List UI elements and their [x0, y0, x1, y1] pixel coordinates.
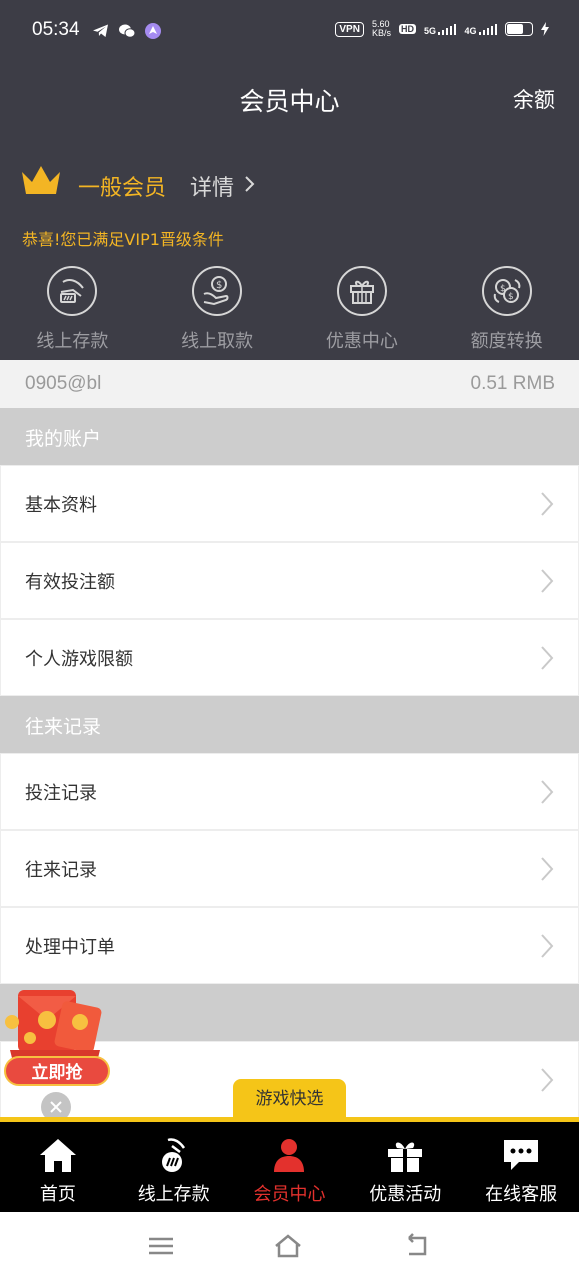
wechat-icon	[119, 24, 136, 38]
deposit-icon	[60, 279, 85, 303]
status-notification-icons	[92, 22, 162, 40]
quick-action-label: 线上存款	[36, 331, 109, 352]
svg-text:$: $	[508, 292, 514, 302]
net-speed-unit: KB/s	[371, 28, 391, 38]
list-item-label: 个人游戏限额	[25, 649, 133, 670]
tab-label: 线上存款	[137, 1184, 210, 1205]
list-item-basic-info[interactable]: 基本资料	[1, 466, 578, 541]
app-notification-icon	[145, 23, 161, 39]
tab-label: 首页	[39, 1184, 76, 1205]
tab-label: 会员中心	[253, 1184, 326, 1205]
status-system-icons: VPN 5.60 KB/s HD 5G 4G	[335, 20, 549, 38]
sim1-label: 5G	[423, 26, 436, 36]
home-nav-icon[interactable]	[273, 1232, 303, 1260]
quick-action-transfer[interactable]: $ $ 额度转换	[434, 256, 579, 360]
chevron-right-icon[interactable]	[243, 174, 257, 194]
list-item-pending-orders[interactable]: 处理中订单	[1, 908, 578, 983]
list-item-label: 有效投注额	[25, 572, 115, 593]
sim1-signal-icon: 5G	[423, 23, 457, 36]
list-item-transaction-records[interactable]: 往来记录	[1, 831, 578, 906]
tab-label: 在线客服	[485, 1184, 558, 1205]
grab-now-button[interactable]: 立即抢	[4, 1056, 110, 1086]
list-item-label: 投注记录	[25, 783, 97, 804]
list-item-label: 处理中订单	[25, 937, 115, 958]
list-item-label: 往来记录	[25, 860, 97, 881]
member-icon	[274, 1139, 305, 1172]
quick-action-withdraw[interactable]: $ 线上取款	[145, 256, 290, 360]
chevron-right-icon	[541, 492, 554, 516]
quick-action-label: 线上取款	[181, 331, 254, 352]
net-speed: 5.60 KB/s	[372, 20, 391, 38]
svg-text:$: $	[500, 284, 506, 294]
list-item-bet-records[interactable]: 投注记录	[1, 754, 578, 829]
member-detail-link[interactable]: 详情	[190, 170, 234, 202]
vip-upgrade-notice: 恭喜!您已满足VIP1晋级条件	[22, 230, 224, 249]
list-item-valid-bets[interactable]: 有效投注额	[1, 543, 578, 618]
crown-icon	[22, 166, 60, 194]
tab-member-center[interactable]: 会员中心	[232, 1122, 348, 1212]
section-my-account: 我的账户	[0, 408, 579, 465]
vpn-badge: VPN	[335, 21, 364, 37]
account-balance: 0.51 RMB	[470, 373, 555, 394]
member-level: 一般会员	[78, 176, 167, 201]
gift-icon	[388, 1142, 423, 1172]
status-bar: 05:34 VPN 5.60 KB/s HD 5G 4G	[0, 0, 579, 62]
chevron-right-icon	[541, 1068, 554, 1092]
withdraw-icon: $	[203, 276, 229, 306]
withdraw-icon-circle: $	[192, 266, 243, 316]
chevron-right-icon	[541, 934, 554, 958]
quick-action-label: 额度转换	[470, 331, 543, 352]
system-navigation-bar	[0, 1212, 579, 1280]
section-transaction-records: 往来记录	[0, 696, 579, 753]
page-title: 会员中心	[239, 87, 340, 116]
gift-icon-circle	[336, 266, 387, 316]
home-icon	[39, 1139, 76, 1172]
list-item-game-limits[interactable]: 个人游戏限额	[1, 620, 578, 695]
exchange-icon: $ $	[493, 279, 520, 303]
quick-action-deposit[interactable]: 线上存款	[0, 256, 145, 360]
chevron-right-icon	[541, 569, 554, 593]
tab-label: 优惠活动	[369, 1184, 442, 1205]
balance-button[interactable]: 余额	[513, 84, 555, 114]
svg-text:$: $	[216, 280, 222, 291]
telegram-icon	[93, 24, 108, 37]
chevron-right-icon	[541, 857, 554, 881]
account-summary: 0905@bl 0.51 RMB	[0, 360, 579, 408]
member-panel: 一般会员 详情 恭喜!您已满足VIP1晋级条件	[0, 136, 579, 256]
charging-icon	[541, 22, 549, 36]
status-time: 05:34	[32, 19, 80, 40]
section-title: 我的账户	[25, 428, 102, 450]
section-title: 往来记录	[25, 716, 102, 738]
game-quick-select-button[interactable]: 游戏快选	[233, 1079, 346, 1119]
quick-actions: 线上存款 $ 线上取款 优惠中心 $ $ 额度转换	[0, 256, 579, 360]
gift-icon	[349, 280, 374, 304]
sim2-signal-icon: 4G	[464, 23, 497, 36]
tab-promotions[interactable]: 优惠活动	[347, 1122, 463, 1212]
quick-action-label: 优惠中心	[325, 331, 398, 352]
list-item-label: 基本资料	[25, 495, 97, 516]
app-header: 会员中心 余额	[0, 62, 579, 136]
battery-icon	[505, 22, 533, 36]
deposit-icon	[161, 1138, 185, 1172]
exchange-icon-circle: $ $	[481, 266, 532, 316]
quick-action-promotions[interactable]: 优惠中心	[290, 256, 435, 360]
menu-icon[interactable]	[146, 1232, 176, 1260]
chat-icon	[504, 1140, 539, 1170]
close-icon	[50, 1101, 62, 1113]
back-icon[interactable]	[403, 1232, 433, 1260]
tab-home[interactable]: 首页	[0, 1122, 116, 1212]
bottom-tab-bar: 首页 线上存款 会员中心 优惠活动 在线客服	[0, 1122, 579, 1212]
sim2-label: 4G	[464, 26, 477, 36]
deposit-icon-circle	[47, 266, 98, 316]
account-username: 0905@bl	[25, 373, 102, 394]
chevron-right-icon	[541, 646, 554, 670]
chevron-right-icon	[541, 780, 554, 804]
hd-badge: HD	[398, 24, 416, 34]
tab-deposit[interactable]: 线上存款	[116, 1122, 232, 1212]
tab-customer-service[interactable]: 在线客服	[463, 1122, 579, 1212]
